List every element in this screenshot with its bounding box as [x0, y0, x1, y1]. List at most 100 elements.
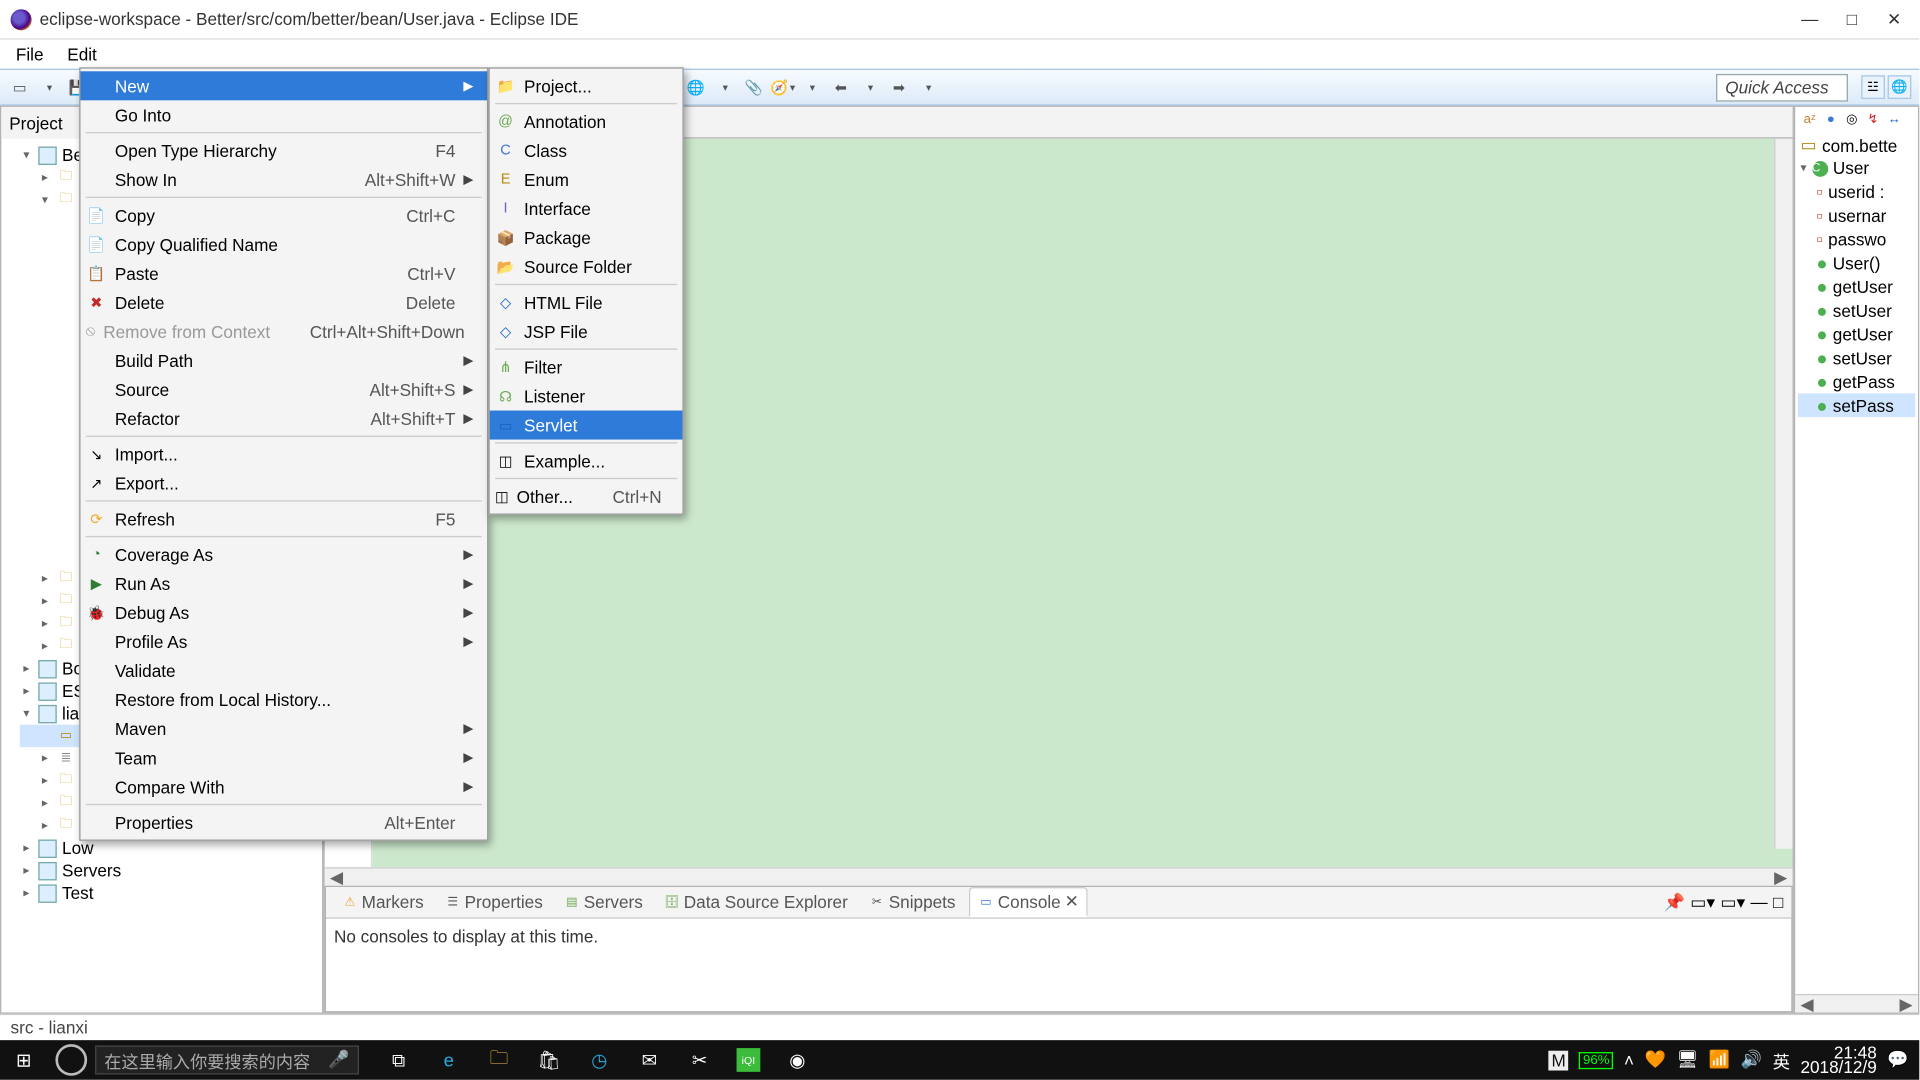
back-icon[interactable]: ⬅ [829, 75, 853, 99]
forward-icon[interactable]: ➡ [887, 75, 911, 99]
menu-item-package[interactable]: 📦Package [490, 223, 683, 252]
task-view-icon[interactable]: ⧉ [385, 1047, 411, 1073]
tab-console[interactable]: ▭Console✕ [969, 887, 1089, 917]
menu-item-refresh[interactable]: ⟳RefreshF5 [81, 504, 488, 533]
outline-sort-icon[interactable]: aᶻ [1800, 110, 1818, 128]
menu-item-open-type-hierarchy[interactable]: Open Type HierarchyF4 [81, 136, 488, 165]
javaee-perspective-icon[interactable]: 🌐 [1888, 75, 1912, 99]
browser-dropdown-icon[interactable] [713, 75, 737, 99]
menu-item-class[interactable]: CClass [490, 136, 683, 165]
mic-icon[interactable]: 🎤 [328, 1049, 349, 1070]
tab-servers[interactable]: ▤Servers [556, 890, 651, 915]
start-button[interactable]: ⊞ [0, 1040, 48, 1080]
menu-item-new[interactable]: New▶ [81, 71, 488, 100]
menu-item-restore-from-local-history-[interactable]: Restore from Local History... [81, 685, 488, 714]
menu-item-import-[interactable]: ↘Import... [81, 440, 488, 469]
menu-item-source-folder[interactable]: 📂Source Folder [490, 252, 683, 281]
menu-item-show-in[interactable]: Show InAlt+Shift+W▶ [81, 165, 488, 194]
menu-item-delete[interactable]: ✖DeleteDelete [81, 288, 488, 317]
editor-vertical-scrollbar[interactable] [1774, 139, 1792, 849]
tray-app1-icon[interactable]: 🧡 [1645, 1049, 1666, 1070]
tray-net-icon[interactable]: 🖥 [1676, 1049, 1698, 1070]
menu-item-other-[interactable]: ◫Other...Ctrl+N [490, 482, 683, 511]
menu-item-interface[interactable]: IInterface [490, 194, 683, 223]
close-tab-icon[interactable]: ✕ [1065, 891, 1079, 912]
store-icon[interactable]: 🛍 [536, 1047, 562, 1073]
close-button[interactable]: ✕ [1885, 9, 1903, 30]
menu-edit[interactable]: Edit [57, 42, 108, 67]
outline-scrollbar[interactable]: ◀▶ [1795, 994, 1918, 1012]
tab-properties[interactable]: ☰Properties [437, 890, 551, 915]
menu-item-team[interactable]: Team▶ [81, 743, 488, 772]
menu-item-run-as[interactable]: ▶Run As▶ [81, 569, 488, 598]
panel-min-icon[interactable]: — [1751, 892, 1768, 913]
clock-icon[interactable]: ◷ [586, 1047, 612, 1073]
ime-box[interactable]: M [1549, 1050, 1569, 1070]
outline-member[interactable]: passwo [1828, 229, 1886, 249]
outline-tree[interactable]: ▭com.bette ▾CUser ▫userid :▫usernar▫pass… [1795, 131, 1918, 994]
console-display-icon[interactable]: ▭▾ [1690, 892, 1715, 913]
tray-wifi-icon[interactable]: 📶 [1709, 1049, 1730, 1070]
new-dropdown-icon[interactable] [37, 75, 61, 99]
menu-item-example-[interactable]: ◫Example... [490, 446, 683, 475]
open-perspective-icon[interactable]: ☳ [1861, 75, 1885, 99]
minimize-button[interactable]: — [1800, 9, 1818, 30]
tab-dse[interactable]: 🗄Data Source Explorer [656, 890, 856, 915]
menu-item-validate[interactable]: Validate [81, 656, 488, 685]
menu-item-coverage-as[interactable]: ◔Coverage As▶ [81, 540, 488, 569]
menu-item-listener[interactable]: ☊Listener [490, 381, 683, 410]
outline-link-icon[interactable]: ↔ [1885, 110, 1903, 128]
outline-member[interactable]: getPass [1833, 372, 1895, 392]
maximize-button[interactable]: □ [1843, 9, 1861, 30]
forward-dd[interactable] [916, 75, 940, 99]
menu-item-copy[interactable]: 📄CopyCtrl+C [81, 201, 488, 230]
menu-item-properties[interactable]: PropertiesAlt+Enter [81, 808, 488, 837]
menu-item-export-[interactable]: ↗Export... [81, 469, 488, 498]
editor-horizontal-scrollbar[interactable]: ◀▶ [325, 867, 1793, 885]
menu-item-project-[interactable]: 📁Project... [490, 71, 683, 100]
tray-chevron-icon[interactable]: ˄ [1624, 1050, 1634, 1070]
back-dd[interactable] [858, 75, 882, 99]
outline-member[interactable]: usernar [1828, 205, 1886, 225]
taskbar-search[interactable]: 在这里输入你要搜索的内容🎤 [95, 1045, 359, 1074]
outline-member[interactable]: User() [1833, 253, 1881, 273]
menu-item-go-into[interactable]: Go Into [81, 100, 488, 129]
tray-vol-icon[interactable]: 🔊 [1741, 1049, 1762, 1070]
clock[interactable]: 21:482018/12/9 [1800, 1045, 1876, 1074]
explorer-icon[interactable]: 🗀 [486, 1047, 512, 1073]
quick-access-input[interactable]: Quick Access [1716, 73, 1848, 101]
menu-item-jsp-file[interactable]: ◇JSP File [490, 317, 683, 346]
outline-member[interactable]: getUser [1833, 324, 1893, 344]
new-wizard-icon[interactable]: ▭ [8, 75, 32, 99]
console-new-icon[interactable]: ▭▾ [1720, 892, 1745, 913]
nav-dropdown-icon[interactable]: 🧭 [771, 75, 795, 99]
outline-member[interactable]: userid : [1828, 182, 1884, 202]
menu-item-paste[interactable]: 📋PasteCtrl+V [81, 259, 488, 288]
menu-item-compare-with[interactable]: Compare With▶ [81, 772, 488, 801]
menu-item-build-path[interactable]: Build Path▶ [81, 346, 488, 375]
tree-item[interactable]: Test [62, 883, 93, 903]
tree-item[interactable]: Low [62, 838, 93, 858]
spacer2[interactable] [800, 75, 824, 99]
tree-item[interactable]: Servers [62, 861, 121, 881]
pin-icon[interactable]: 📎 [742, 75, 766, 99]
menu-item-servlet[interactable]: ▭Servlet [490, 411, 683, 440]
outline-member[interactable]: setUser [1833, 348, 1892, 368]
notifications-icon[interactable]: 💬 [1887, 1049, 1908, 1070]
eclipse-taskbar-icon[interactable]: ◉ [784, 1047, 810, 1073]
menu-item-copy-qualified-name[interactable]: 📄Copy Qualified Name [81, 230, 488, 259]
mail-icon[interactable]: ✉ [636, 1047, 662, 1073]
console-pin-icon[interactable]: 📌 [1664, 892, 1685, 913]
menu-item-html-file[interactable]: ◇HTML File [490, 288, 683, 317]
menu-item-source[interactable]: SourceAlt+Shift+S▶ [81, 375, 488, 404]
outline-collapse-icon[interactable]: ↯ [1864, 110, 1882, 128]
menu-item-debug-as[interactable]: 🐞Debug As▶ [81, 598, 488, 627]
edge-icon[interactable]: e [436, 1047, 462, 1073]
menu-item-maven[interactable]: Maven▶ [81, 714, 488, 743]
web-browser-icon[interactable]: 🌐 [684, 75, 708, 99]
iqiyi-icon[interactable]: iQI [737, 1048, 761, 1072]
menu-item-annotation[interactable]: @Annotation [490, 107, 683, 136]
menu-item-enum[interactable]: EEnum [490, 165, 683, 194]
menu-item-remove-from-context[interactable]: ⦸Remove from ContextCtrl+Alt+Shift+Down [81, 317, 488, 346]
outline-focus-icon[interactable]: ◎ [1843, 110, 1861, 128]
